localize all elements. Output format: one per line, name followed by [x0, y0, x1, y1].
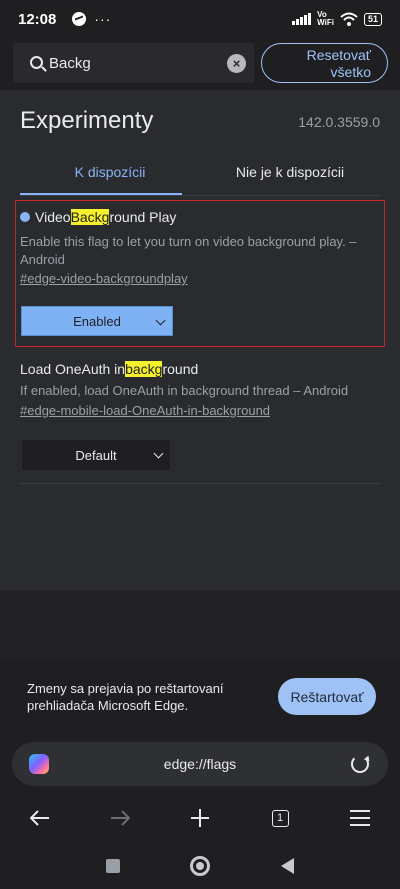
battery-icon: 51 — [363, 12, 382, 26]
content-footer — [0, 590, 400, 660]
flag-title: Video Backg round Play — [20, 209, 176, 225]
wifi-icon — [340, 12, 358, 26]
search-highlight: Backg — [70, 209, 110, 225]
chevron-down-icon — [155, 315, 166, 326]
flag-description: If enabled, load OneAuth in background t… — [20, 383, 349, 398]
tab-divider — [20, 195, 380, 196]
home-icon[interactable] — [190, 856, 210, 876]
search-input[interactable] — [49, 49, 219, 77]
clear-icon[interactable]: × — [227, 54, 246, 73]
reset-all-button[interactable]: Resetovať všetko — [261, 43, 388, 83]
tab-switcher-button[interactable]: 1 — [260, 798, 300, 838]
page-title: Experimenty — [20, 107, 154, 134]
tab-switcher-icon: 1 — [271, 809, 289, 827]
clock: 12:08 — [18, 10, 57, 28]
tab-available[interactable]: K dispozícii — [20, 152, 200, 196]
address-url[interactable]: edge://flags — [12, 742, 388, 786]
search-highlight: backg — [125, 361, 163, 377]
bottom-panel: Zmeny sa prejavia po reštartovaní prehli… — [0, 660, 400, 889]
status-bar: 12:08 ··· Vo WiFi 51 — [0, 0, 400, 38]
back-arrow-icon — [30, 810, 49, 826]
modified-dot-icon — [20, 212, 30, 222]
flag-description: Enable this flag to let you turn on vide… — [20, 234, 357, 267]
new-tab-button[interactable] — [180, 798, 220, 838]
flag-state-select[interactable]: Enabled — [21, 306, 173, 336]
restart-message: Zmeny sa prejavia po reštartovaní prehli… — [27, 681, 224, 713]
system-back-icon[interactable] — [281, 858, 294, 874]
system-nav-bar — [0, 845, 400, 889]
tabs: K dispozícii Nie je k dispozícii — [20, 152, 380, 196]
search-icon — [30, 56, 43, 69]
search-box[interactable]: × — [13, 43, 254, 83]
version-label: 142.0.3559.0 — [298, 114, 380, 130]
flag-title: Load OneAuth in backg round — [20, 361, 199, 377]
browser-toolbar: 1 — [0, 798, 400, 838]
address-bar[interactable]: edge://flags — [12, 742, 388, 786]
divider — [20, 483, 380, 484]
forward-arrow-icon — [111, 810, 130, 826]
chevron-down-icon — [153, 448, 164, 459]
vowifi-icon: Vo WiFi — [317, 10, 334, 27]
tab-unavailable[interactable]: Nie je k dispozícii — [200, 152, 380, 196]
signal-icon — [292, 13, 312, 25]
flag-link[interactable]: #edge-mobile-load-OneAuth-in-background — [20, 403, 270, 418]
menu-icon — [350, 810, 370, 826]
restart-button[interactable]: Reštartovať — [278, 678, 376, 715]
menu-button[interactable] — [340, 798, 380, 838]
recents-icon[interactable] — [106, 859, 120, 873]
reload-icon[interactable] — [351, 755, 369, 773]
flag-state-select[interactable]: Default — [22, 440, 170, 470]
search-header: × Resetovať všetko — [0, 38, 400, 90]
flag-link[interactable]: #edge-video-backgroundplay — [20, 271, 188, 286]
messenger-icon — [72, 12, 87, 26]
back-button[interactable] — [20, 798, 60, 838]
flag-item: Load OneAuth in backg round If enabled, l… — [15, 350, 385, 484]
more-notifications-icon: ··· — [94, 11, 112, 27]
forward-button[interactable] — [100, 798, 140, 838]
flag-item: Video Backg round Play Enable this flag t… — [15, 200, 385, 347]
new-tab-plus-icon — [191, 809, 209, 827]
